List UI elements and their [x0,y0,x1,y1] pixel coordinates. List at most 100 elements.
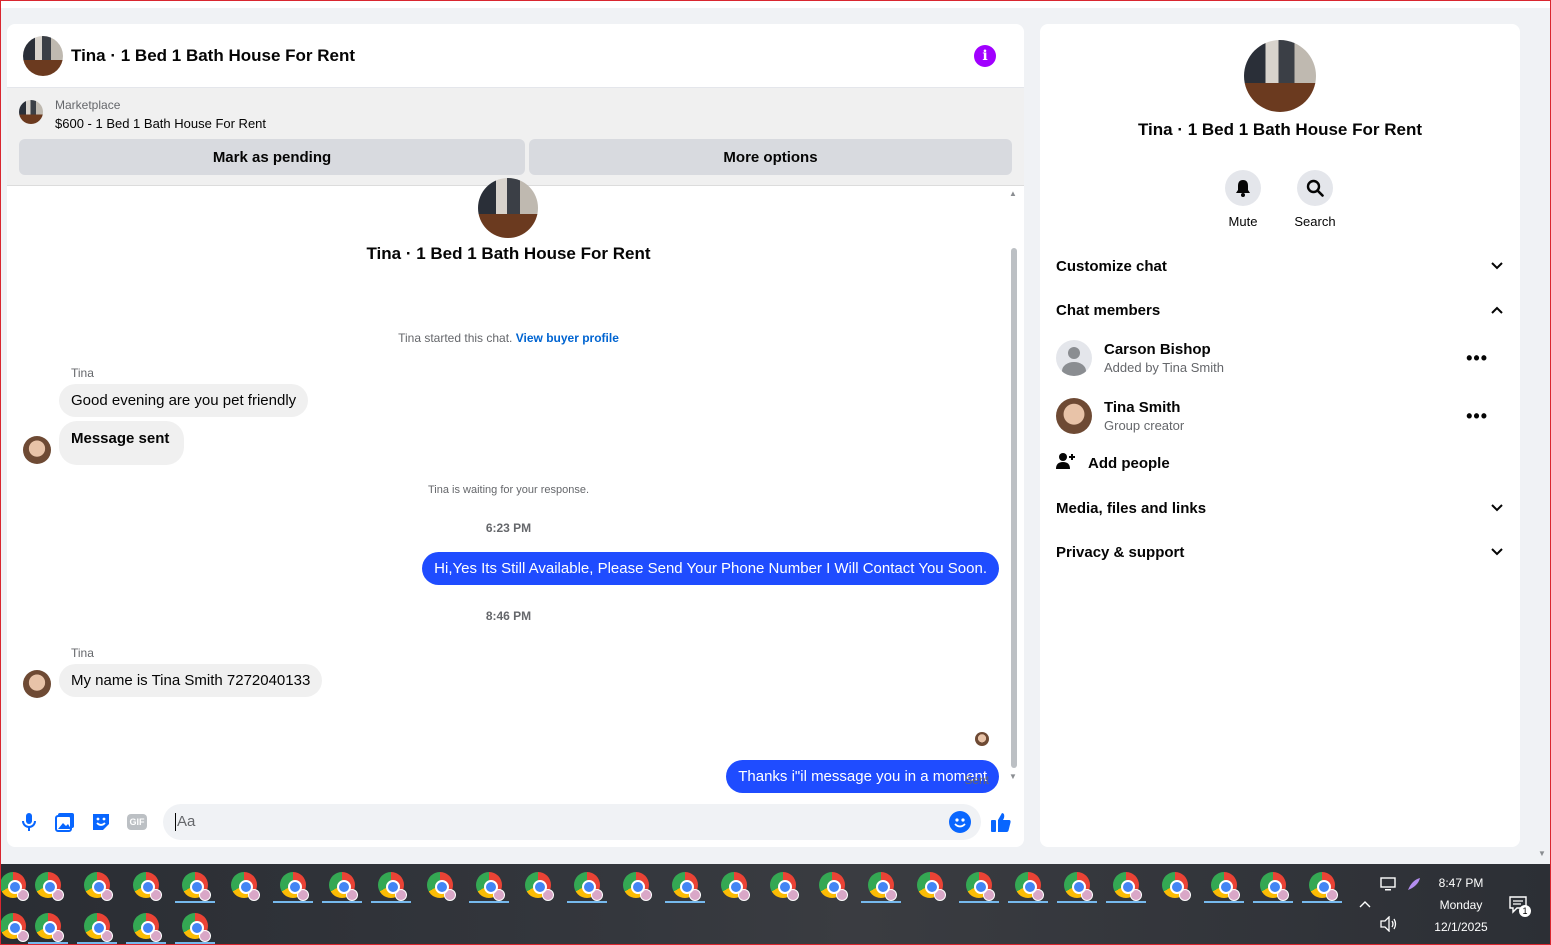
incoming-message[interactable]: My name is Tina Smith 7272040133 [59,664,323,697]
chrome-icon[interactable] [721,872,750,901]
page-scroll-down-arrow[interactable]: ▼ [1538,849,1546,858]
mute-action[interactable]: Mute [1213,170,1273,229]
volume-icon[interactable] [1380,915,1398,935]
message-input[interactable]: Aa [163,803,981,840]
chrome-icon[interactable] [280,872,309,901]
chrome-icon[interactable] [868,872,897,901]
scroll-down-arrow[interactable]: ▼ [1008,772,1018,781]
view-buyer-profile-link[interactable]: View buyer profile [516,331,619,345]
chrome-icon[interactable] [1260,872,1289,901]
profile-badge-icon [983,889,995,901]
clock-date[interactable]: 12/1/2025 [1421,920,1501,934]
chat-members-section[interactable]: Chat members [1056,290,1504,330]
add-person-icon [1056,452,1076,475]
search-action[interactable]: Search [1285,170,1345,229]
member-name: Tina Smith [1104,399,1181,416]
microphone-icon[interactable] [17,810,41,834]
thumbs-up-icon[interactable] [989,810,1013,834]
chrome-icon[interactable] [427,872,456,901]
chrome-icon[interactable] [133,872,162,901]
member-row[interactable]: Tina Smith Group creator ••• [1056,391,1504,441]
profile-badge-icon [150,889,162,901]
chrome-icon[interactable] [525,872,554,901]
gif-icon[interactable]: GIF [125,810,149,834]
profile-badge-icon [591,889,603,901]
image-icon[interactable] [53,810,77,834]
chat-members-label: Chat members [1056,301,1161,319]
chrome-icon[interactable] [0,913,29,942]
profile-badge-icon [1032,889,1044,901]
profile-badge-icon [101,930,113,942]
chat-title[interactable]: Tina · 1 Bed 1 Bath House For Rent [71,46,355,66]
sender-avatar[interactable] [23,436,51,464]
scroll-up-arrow[interactable]: ▲ [1008,189,1018,198]
bell-icon[interactable] [1225,170,1261,206]
show-hidden-icons-chevron[interactable] [1358,896,1372,912]
customize-chat-section[interactable]: Customize chat [1056,246,1504,286]
clock-time[interactable]: 8:47 PM [1421,876,1501,890]
more-options-button[interactable]: More options [529,139,1012,175]
listing-thumbnail[interactable] [19,100,43,124]
chrome-icon[interactable] [1162,872,1191,901]
chrome-icon[interactable] [476,872,505,901]
text-caret [175,812,176,831]
chrome-icon[interactable] [84,913,113,942]
outgoing-message[interactable]: Thanks i"il message you in a moment [726,760,999,793]
chat-panel: Tina · 1 Bed 1 Bath House For Rent i Mar… [7,24,1024,847]
info-icon[interactable]: i [974,44,996,67]
chrome-icon[interactable] [182,913,211,942]
chrome-icon[interactable] [378,872,407,901]
marketplace-label: Marketplace [55,98,121,112]
chrome-icon[interactable] [231,872,260,901]
chrome-icon[interactable] [1015,872,1044,901]
more-options-icon[interactable]: ••• [1466,406,1488,427]
chrome-icon[interactable] [1211,872,1240,901]
chat-avatar[interactable] [23,35,63,76]
chrome-icon[interactable] [1064,872,1093,901]
media-files-links-section[interactable]: Media, files and links [1056,488,1504,528]
network-icon[interactable] [1380,876,1398,895]
scrollbar-thumb[interactable] [1011,248,1017,768]
chrome-icon[interactable] [917,872,946,901]
chevron-down-icon [1490,544,1504,561]
chrome-icon[interactable] [574,872,603,901]
active-app-indicator [1008,901,1048,903]
notification-icon[interactable]: 1 [1509,896,1531,917]
outgoing-message[interactable]: Hi,Yes Its Still Available, Please Send … [422,552,999,585]
chevron-down-icon [1490,500,1504,517]
chrome-icon[interactable] [35,872,64,901]
chrome-icon[interactable] [672,872,701,901]
profile-badge-icon [199,889,211,901]
chrome-icon[interactable] [329,872,358,901]
mark-as-pending-button[interactable]: Mark as pending [19,139,525,175]
chrome-icon[interactable] [133,913,162,942]
search-icon[interactable] [1297,170,1333,206]
incoming-message[interactable]: Message sent [59,421,185,465]
chrome-icon[interactable] [0,872,29,901]
chrome-icon[interactable] [1113,872,1142,901]
pen-icon[interactable] [1406,876,1422,895]
info-avatar[interactable] [1244,40,1316,112]
incoming-message[interactable]: Good evening are you pet friendly [59,384,309,417]
profile-badge-icon [17,889,29,901]
chrome-icon[interactable] [1309,872,1338,901]
chrome-icon[interactable] [623,872,652,901]
member-row[interactable]: Carson Bishop Added by Tina Smith ••• [1056,333,1504,383]
active-app-indicator [665,901,705,903]
emoji-icon[interactable] [949,810,971,833]
active-app-indicator [861,901,901,903]
sender-avatar[interactable] [23,670,51,698]
chrome-icon[interactable] [84,872,113,901]
privacy-support-section[interactable]: Privacy & support [1056,532,1504,572]
more-options-icon[interactable]: ••• [1466,348,1488,369]
chrome-icon[interactable] [966,872,995,901]
chrome-icon[interactable] [35,913,64,942]
chrome-icon[interactable] [182,872,211,901]
clock-day[interactable]: Monday [1421,898,1501,912]
listing-title[interactable]: $600 - 1 Bed 1 Bath House For Rent [55,116,266,131]
sticker-icon[interactable] [89,810,113,834]
chrome-icon[interactable] [770,872,799,901]
add-people-button[interactable]: Add people [1056,438,1504,488]
chrome-icon[interactable] [819,872,848,901]
mute-label: Mute [1228,214,1258,229]
